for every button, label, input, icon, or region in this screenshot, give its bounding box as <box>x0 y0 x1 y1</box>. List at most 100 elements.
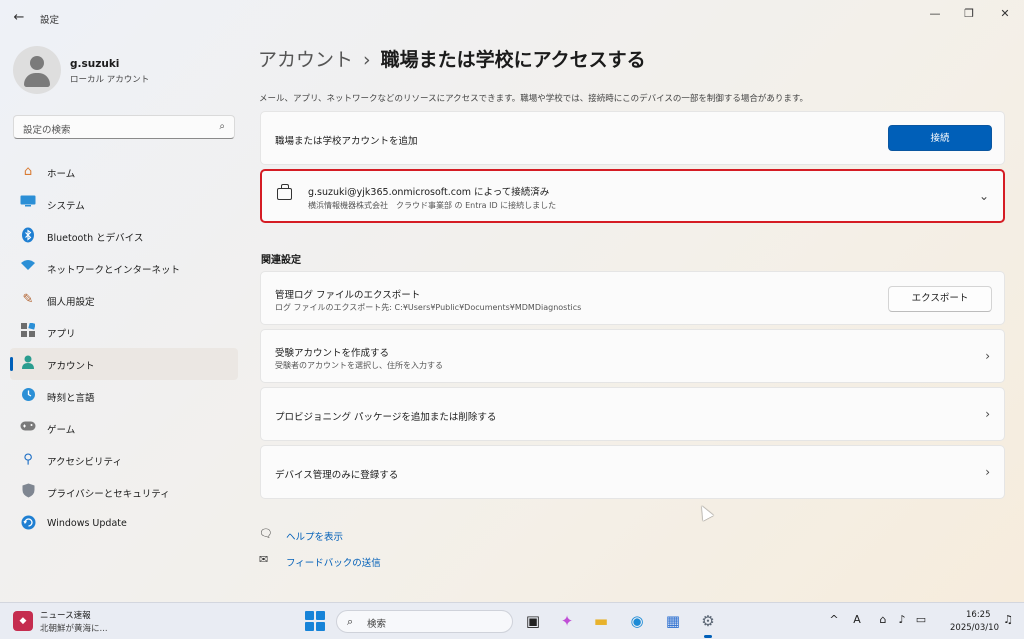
breadcrumb-separator: › <box>363 49 371 71</box>
copilot-icon[interactable]: ✦ <box>556 610 578 632</box>
sidebar-nav: ⌂ ホーム システム Bluetooth とデバイス ネットワークとインターネッ… <box>10 156 238 540</box>
related-settings-heading: 関連設定 <box>261 255 301 266</box>
settings-window: ← 設定 — ❐ ✕ g.suzuki ローカル アカウント 設定の検索 ⌕ ⌂… <box>0 0 1024 602</box>
news-icon[interactable]: ◆ <box>13 611 33 631</box>
export-button[interactable]: エクスポート <box>888 286 992 312</box>
connect-button[interactable]: 接続 <box>888 125 992 151</box>
connected-account-title: g.suzuki@yjk365.onmicrosoft.com によって接続済み <box>308 187 550 198</box>
add-account-label: 職場または学校アカウントを追加 <box>275 136 418 147</box>
chevron-right-icon: › <box>985 407 990 421</box>
chevron-right-icon: › <box>985 349 990 363</box>
sidebar-item-label: Bluetooth とデバイス <box>47 233 144 244</box>
export-logs-subtitle: ログ ファイルのエクスポート先: C:¥Users¥Public¥Documen… <box>275 303 582 312</box>
exam-account-title: 受験アカウントを作成する <box>275 348 390 359</box>
chevron-down-icon[interactable]: ⌄ <box>979 189 989 203</box>
sidebar-item-label: アプリ <box>47 329 76 340</box>
sidebar-item-label: ゲーム <box>47 425 76 436</box>
file-explorer-icon[interactable]: ▬ <box>590 610 612 632</box>
chevron-right-icon: › <box>985 465 990 479</box>
chevron-up-icon[interactable]: ^ <box>826 613 842 626</box>
sidebar-item-network[interactable]: ネットワークとインターネット <box>10 252 238 284</box>
help-link-label: ヘルプを表示 <box>286 532 344 543</box>
close-icon[interactable]: ✕ <box>994 6 1016 22</box>
mouse-cursor <box>696 503 714 521</box>
provisioning-package-title: プロビジョニング パッケージを追加または削除する <box>275 412 497 423</box>
sidebar-item-label: アカウント <box>47 361 95 372</box>
sidebar-item-label: 個人用設定 <box>47 297 95 308</box>
sidebar-item-bluetooth[interactable]: Bluetooth とデバイス <box>10 220 238 252</box>
task-view-icon[interactable]: ▣ <box>522 610 544 632</box>
breadcrumb-parent[interactable]: アカウント <box>258 49 353 71</box>
sidebar-item-home[interactable]: ⌂ ホーム <box>10 156 238 188</box>
app-title: 設定 <box>40 15 60 26</box>
privacy-shield-icon <box>19 483 37 501</box>
system-icon <box>19 195 37 213</box>
clock-time[interactable]: 16:25 <box>966 610 991 620</box>
volume-icon[interactable]: ♪ <box>894 613 910 626</box>
exam-account-subtitle: 受験者のアカウントを選択し、住所を入力する <box>275 361 443 370</box>
account-type: ローカル アカウント <box>70 75 150 85</box>
personalization-icon: ✎ <box>22 292 34 307</box>
page-description: メール、アプリ、ネットワークなどのリソースにアクセスできます。職場や学校では、接… <box>259 94 809 104</box>
taskbar: ◆ ニュース速報 北朝鮮が黄海に... ⌕ 検索 ▣ ✦ ▬ ◉ ▦ ⚙ ^ A… <box>0 602 1024 639</box>
accessibility-icon: ⚲ <box>23 452 33 467</box>
sidebar-item-accessibility[interactable]: ⚲ アクセシビリティ <box>10 444 238 476</box>
sidebar-item-label: Windows Update <box>47 518 127 529</box>
edge-icon[interactable]: ◉ <box>626 610 648 632</box>
settings-gear-icon[interactable]: ⚙ <box>697 610 719 638</box>
news-title[interactable]: ニュース速報 <box>40 609 91 621</box>
sidebar-item-label: アクセシビリティ <box>47 457 122 468</box>
sidebar-item-time-language[interactable]: 時刻と言語 <box>10 380 238 412</box>
store-icon[interactable]: ▦ <box>662 610 684 632</box>
settings-search-input[interactable]: 設定の検索 ⌕ <box>13 115 235 139</box>
apps-icon <box>19 322 37 341</box>
provisioning-package-card[interactable]: プロビジョニング パッケージを追加または削除する › <box>260 387 1005 441</box>
help-icon: 🗨 <box>259 527 273 540</box>
network-tray-icon[interactable]: ⌂ <box>875 613 891 626</box>
sidebar-item-apps[interactable]: アプリ <box>10 316 238 348</box>
accounts-icon <box>19 355 37 373</box>
device-management-title: デバイス管理のみに登録する <box>275 470 399 481</box>
title-bar: ← 設定 — ❐ ✕ <box>0 0 1024 38</box>
time-language-icon <box>19 387 37 405</box>
connected-account-card[interactable]: g.suzuki@yjk365.onmicrosoft.com によって接続済み… <box>260 169 1005 223</box>
restore-icon[interactable]: ❐ <box>958 6 980 22</box>
gaming-icon <box>19 419 37 437</box>
avatar[interactable] <box>13 46 61 94</box>
sidebar-item-privacy[interactable]: プライバシーとセキュリティ <box>10 476 238 508</box>
sidebar-item-label: プライバシーとセキュリティ <box>47 489 170 500</box>
taskbar-search-placeholder: 検索 <box>367 619 387 630</box>
sidebar-item-system[interactable]: システム <box>10 188 238 220</box>
device-management-card[interactable]: デバイス管理のみに登録する › <box>260 445 1005 499</box>
sidebar-item-label: ネットワークとインターネット <box>47 265 181 276</box>
user-name: g.suzuki <box>70 58 120 70</box>
ime-icon[interactable]: A <box>849 613 865 626</box>
feedback-icon: ✉ <box>259 553 269 566</box>
sidebar-item-label: 時刻と言語 <box>47 393 95 404</box>
export-logs-card: 管理ログ ファイルのエクスポート ログ ファイルのエクスポート先: C:¥Use… <box>260 271 1005 325</box>
sidebar-item-label: システム <box>47 201 85 212</box>
clock-date[interactable]: 2025/03/10 <box>950 623 999 633</box>
sidebar-item-accounts[interactable]: アカウント <box>10 348 238 380</box>
add-account-card: 職場または学校アカウントを追加 接続 <box>260 111 1005 165</box>
briefcase-icon <box>277 184 292 200</box>
search-icon: ⌕ <box>347 615 354 628</box>
sidebar-item-windows-update[interactable]: Windows Update <box>10 508 238 540</box>
network-icon <box>19 259 37 277</box>
page-title: 職場または学校にアクセスする <box>380 49 646 71</box>
exam-account-card[interactable]: 受験アカウントを作成する 受験者のアカウントを選択し、住所を入力する › <box>260 329 1005 383</box>
bluetooth-icon <box>19 227 37 245</box>
back-arrow-icon[interactable]: ← <box>10 10 28 26</box>
sidebar-item-personalization[interactable]: ✎ 個人用設定 <box>10 284 238 316</box>
notification-bell-icon[interactable]: ♫ <box>1000 613 1016 626</box>
news-headline[interactable]: 北朝鮮が黄海に... <box>40 622 108 634</box>
windows-update-icon <box>19 515 37 533</box>
feedback-link-label: フィードバックの送信 <box>286 558 381 569</box>
battery-icon[interactable]: ▭ <box>913 613 929 626</box>
taskbar-search-input[interactable]: ⌕ 検索 <box>336 610 513 633</box>
minimize-icon[interactable]: — <box>924 6 946 22</box>
search-placeholder: 設定の検索 <box>23 125 71 136</box>
start-icon[interactable] <box>305 611 325 631</box>
sidebar-item-gaming[interactable]: ゲーム <box>10 412 238 444</box>
export-logs-title: 管理ログ ファイルのエクスポート <box>275 290 421 301</box>
